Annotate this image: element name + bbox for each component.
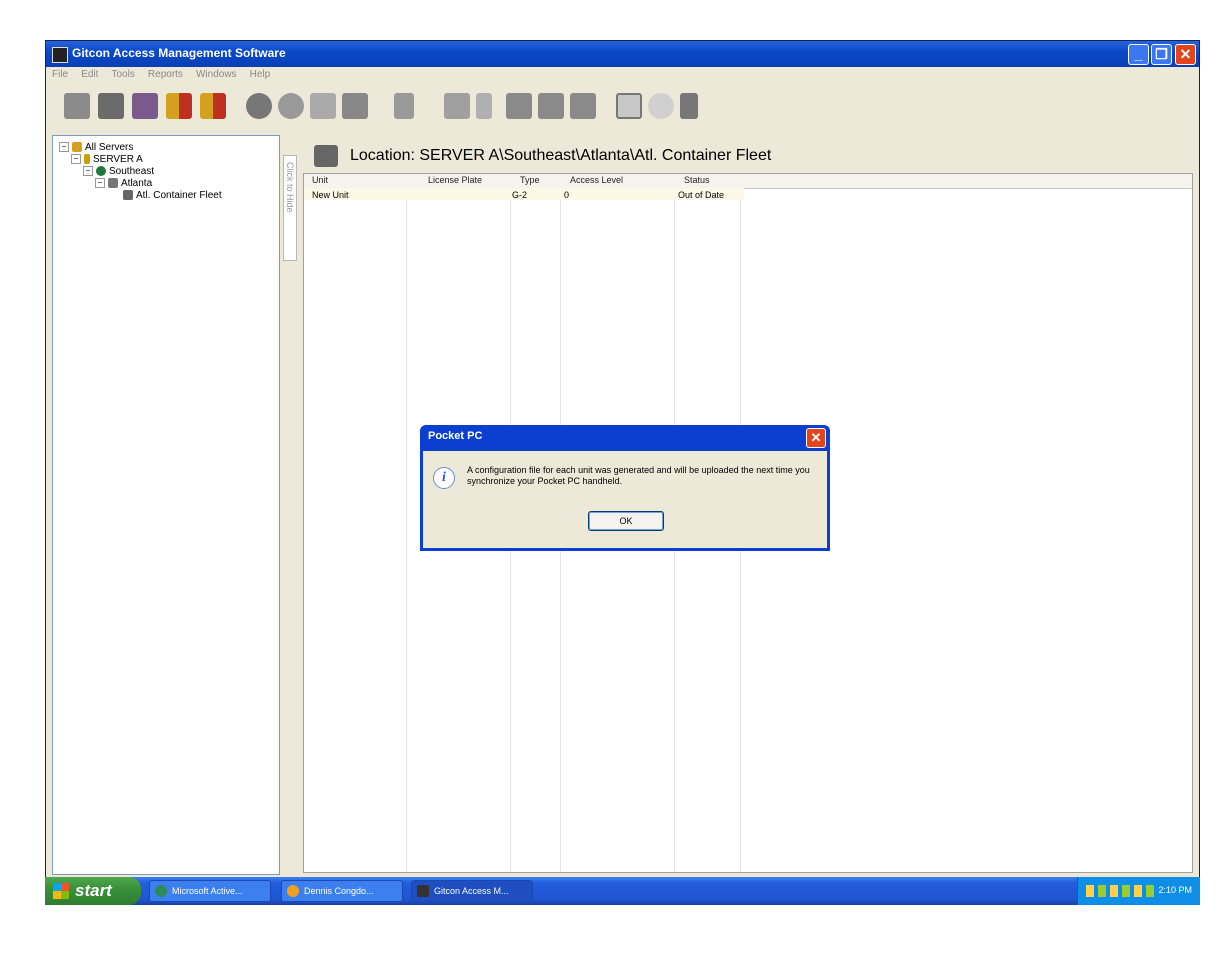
server-icon [84, 154, 90, 165]
taskbar-item-label: Microsoft Active... [172, 886, 243, 896]
app-icon [52, 47, 68, 63]
column-header-unit[interactable]: Unit [312, 175, 328, 185]
server-icon[interactable] [394, 93, 414, 119]
toolbar [46, 85, 1199, 131]
collapse-icon[interactable]: − [95, 178, 105, 189]
sync-icon[interactable] [506, 93, 532, 119]
unit-edit-icon[interactable] [98, 93, 124, 119]
tree-item-all-servers[interactable]: − All Servers [59, 142, 133, 154]
taskbar-item-microsoft-active[interactable]: Microsoft Active... [149, 880, 271, 902]
activesync-icon [155, 885, 167, 897]
window-title: Gitcon Access Management Software [72, 46, 286, 60]
column-header-type[interactable]: Type [520, 175, 540, 185]
dialog-title: Pocket PC [428, 430, 483, 442]
fleet-icon [123, 190, 133, 201]
tree-item-southeast[interactable]: − Southeast [83, 166, 154, 178]
region-icon [96, 166, 106, 177]
window-icon[interactable] [616, 93, 642, 119]
clock[interactable]: 2:10 PM [1158, 885, 1192, 895]
grid-header: Unit License Plate Type Access Level Sta… [304, 174, 1192, 189]
tree-item-label: Atlanta [121, 178, 153, 189]
ok-button[interactable]: OK [588, 511, 664, 531]
menu-tools[interactable]: Tools [111, 67, 134, 83]
menu-windows[interactable]: Windows [196, 67, 237, 83]
unit-add-icon[interactable] [132, 93, 158, 119]
collapse-icon[interactable]: − [71, 154, 81, 165]
menu-bar: File Edit Tools Reports Windows Help [46, 67, 1199, 83]
settings-icon[interactable] [648, 93, 674, 119]
dialog-body: i A configuration file for each unit was… [423, 451, 827, 548]
tree-item-server-a[interactable]: − SERVER A [71, 154, 143, 166]
sync-all-icon[interactable] [538, 93, 564, 119]
column-header-status[interactable]: Status [684, 175, 710, 185]
globe-icon[interactable] [246, 93, 272, 119]
maximize-button[interactable]: ❐ [1151, 44, 1172, 65]
taskbar: start Microsoft Active... Dennis Congdo.… [45, 877, 1200, 905]
server-tree: − All Servers − SERVER A − Southeast − Atlan… [52, 135, 280, 875]
dialog-close-button[interactable]: ✕ [806, 428, 826, 448]
location-icon [108, 178, 118, 189]
tree-item-atlanta[interactable]: − Atlanta [95, 178, 152, 190]
report-alt-icon[interactable] [200, 93, 226, 119]
windows-logo-icon [53, 883, 69, 899]
upload-icon[interactable] [570, 93, 596, 119]
menu-edit[interactable]: Edit [81, 67, 98, 83]
taskbar-item-gitcon-access[interactable]: Gitcon Access M... [411, 880, 533, 902]
cell-status[interactable]: Out of Date [678, 190, 724, 200]
info-icon: i [433, 467, 455, 489]
autohide-tab[interactable]: Click to Hide [283, 155, 297, 261]
messenger-icon [287, 885, 299, 897]
menu-reports[interactable]: Reports [148, 67, 183, 83]
pocket-pc-dialog: Pocket PC ✕ i A configuration file for e… [420, 425, 830, 551]
panel-icon[interactable] [342, 93, 368, 119]
menu-file[interactable]: File [52, 67, 68, 83]
close-button[interactable]: ✕ [1175, 44, 1196, 65]
start-button[interactable]: start [45, 877, 141, 905]
cell-unit[interactable]: New Unit [312, 190, 349, 200]
collapse-icon[interactable]: − [59, 142, 69, 153]
box-icon[interactable] [278, 93, 304, 119]
fleet-icon [314, 145, 338, 167]
cell-access-level[interactable]: 0 [564, 190, 569, 200]
taskbar-item-label: Dennis Congdo... [304, 886, 374, 896]
unit-icon[interactable] [64, 93, 90, 119]
column-header-access-level[interactable]: Access Level [570, 175, 623, 185]
system-tray: 2:10 PM [1077, 877, 1200, 905]
taskbar-item-label: Gitcon Access M... [434, 886, 509, 896]
app-icon [417, 885, 429, 897]
dialog-message: A configuration file for each unit was g… [467, 465, 810, 486]
autohide-label: Click to Hide [285, 162, 295, 213]
tree-item-label: Southeast [109, 166, 155, 177]
title-bar[interactable]: Gitcon Access Management Software _ ❐ ✕ [46, 41, 1199, 67]
trash-icon[interactable] [680, 93, 698, 119]
tree-item-atl-container-fleet[interactable]: Atl. Container Fleet [123, 190, 222, 202]
taskbar-item-dennis-congdo[interactable]: Dennis Congdo... [281, 880, 403, 902]
cell-type[interactable]: G-2 [512, 190, 527, 200]
tree-item-label: All Servers [85, 142, 134, 153]
report-icon[interactable] [166, 93, 192, 119]
collapse-icon[interactable]: − [83, 166, 93, 177]
menu-help[interactable]: Help [250, 67, 271, 83]
tray-icons[interactable] [1086, 885, 1158, 897]
tree-item-label: SERVER A [93, 154, 143, 165]
column-header-license-plate[interactable]: License Plate [428, 175, 482, 185]
lock-icon[interactable] [476, 93, 492, 119]
start-label: start [75, 881, 112, 900]
card-icon[interactable] [310, 93, 336, 119]
group-icon[interactable] [444, 93, 470, 119]
minimize-button[interactable]: _ [1128, 44, 1149, 65]
location-label: Location: SERVER A\Southeast\Atlanta\Atl… [350, 147, 772, 164]
tree-item-label: Atl. Container Fleet [136, 190, 222, 201]
servers-icon [72, 142, 82, 153]
grid-line [406, 174, 407, 872]
